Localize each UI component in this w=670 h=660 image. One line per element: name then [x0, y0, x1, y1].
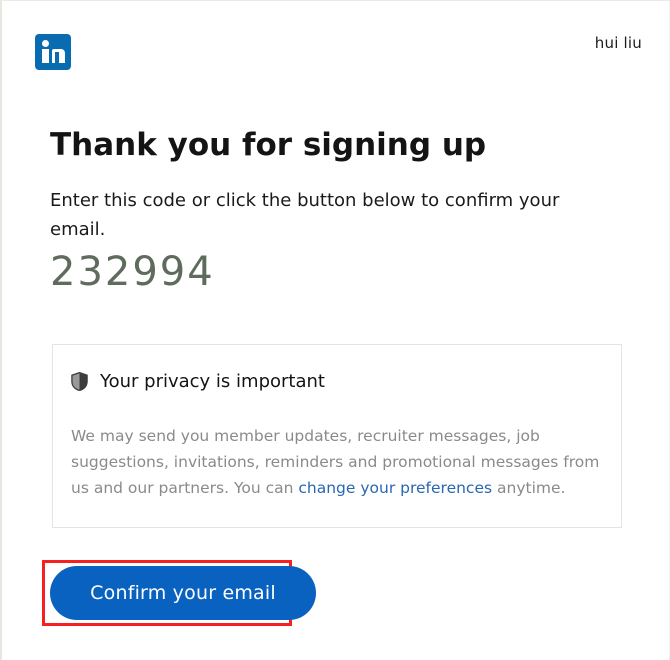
privacy-notice-box: Your privacy is important We may send yo…	[52, 344, 622, 528]
shield-icon	[71, 372, 88, 391]
change-preferences-link[interactable]: change your preferences	[298, 479, 492, 497]
email-confirmation-page: hui liu Thank you for signing up Enter t…	[0, 0, 670, 660]
privacy-body-text: We may send you member updates, recruite…	[71, 423, 605, 501]
verification-code: 232994	[50, 249, 215, 295]
linkedin-logo-icon[interactable]	[35, 34, 71, 70]
user-name-label: hui liu	[594, 34, 642, 52]
confirm-email-button[interactable]: Confirm your email	[50, 566, 316, 620]
instruction-text: Enter this code or click the button belo…	[50, 190, 560, 240]
logo-letter-i	[42, 49, 49, 63]
logo-letter-n-notch	[55, 52, 59, 63]
logo-dot	[42, 40, 49, 47]
privacy-title: Your privacy is important	[100, 371, 325, 392]
page-title: Thank you for signing up	[50, 126, 487, 163]
privacy-heading-row: Your privacy is important	[71, 371, 325, 392]
page-header: hui liu	[2, 1, 670, 93]
privacy-body-part-2: anytime.	[492, 478, 566, 497]
